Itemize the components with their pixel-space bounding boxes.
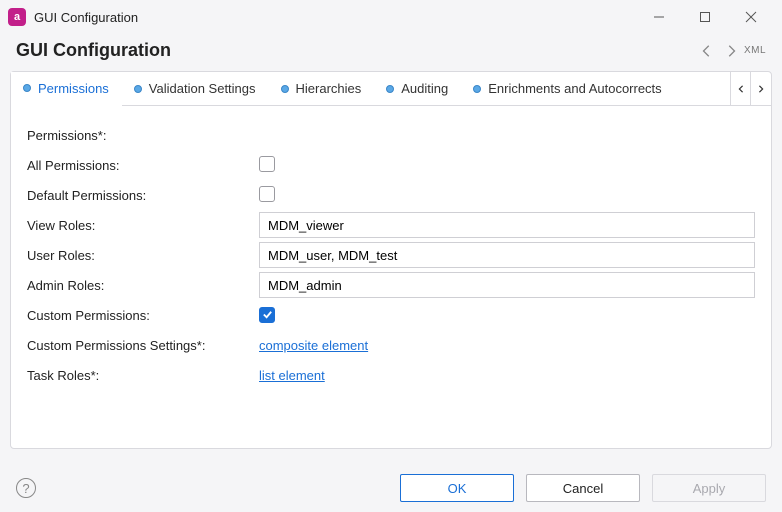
user-roles-label: User Roles: [27, 248, 259, 263]
view-roles-input[interactable] [259, 212, 755, 238]
tab-label: Hierarchies [296, 81, 362, 96]
cancel-button[interactable]: Cancel [526, 474, 640, 502]
tab-dot-icon [386, 85, 394, 93]
tab-dot-icon [281, 85, 289, 93]
nav-back-icon[interactable] [698, 42, 716, 60]
page-title: GUI Configuration [16, 40, 692, 61]
close-button[interactable] [728, 2, 774, 32]
custom-permissions-settings-link[interactable]: composite element [259, 338, 368, 353]
custom-permissions-label: Custom Permissions: [27, 308, 259, 323]
permissions-header-label: Permissions*: [27, 128, 259, 143]
ok-button-label: OK [448, 481, 467, 496]
task-roles-link[interactable]: list element [259, 368, 325, 383]
task-roles-label: Task Roles*: [27, 368, 259, 383]
maximize-button[interactable] [682, 2, 728, 32]
tab-permissions[interactable]: Permissions [11, 72, 122, 106]
window-controls [636, 2, 774, 32]
help-button[interactable]: ? [16, 478, 36, 498]
tab-label: Permissions [38, 81, 109, 96]
header: GUI Configuration XML [0, 34, 782, 71]
apply-button: Apply [652, 474, 766, 502]
tab-dot-icon [134, 85, 142, 93]
tab-auditing[interactable]: Auditing [374, 72, 461, 105]
tab-enrichments[interactable]: Enrichments and Autocorrects [461, 72, 674, 105]
tab-dot-icon [23, 84, 31, 92]
user-roles-input[interactable] [259, 242, 755, 268]
custom-permissions-settings-label: Custom Permissions Settings*: [27, 338, 259, 353]
window-title: GUI Configuration [34, 10, 138, 25]
tab-hierarchies[interactable]: Hierarchies [269, 72, 375, 105]
all-permissions-checkbox[interactable] [259, 156, 275, 172]
tab-scroll-left[interactable] [731, 72, 751, 105]
minimize-button[interactable] [636, 2, 682, 32]
cancel-button-label: Cancel [563, 481, 603, 496]
admin-roles-input[interactable] [259, 272, 755, 298]
footer: ? OK Cancel Apply [0, 464, 782, 512]
tab-validation-settings[interactable]: Validation Settings [122, 72, 269, 105]
app-icon: a [8, 8, 26, 26]
titlebar: a GUI Configuration [0, 0, 782, 34]
xml-view-button[interactable]: XML [744, 45, 766, 56]
tab-scroll-nav [730, 72, 771, 105]
tab-label: Enrichments and Autocorrects [488, 81, 661, 96]
default-permissions-checkbox[interactable] [259, 186, 275, 202]
ok-button[interactable]: OK [400, 474, 514, 502]
view-roles-label: View Roles: [27, 218, 259, 233]
default-permissions-label: Default Permissions: [27, 188, 259, 203]
main-panel: Permissions Validation Settings Hierarch… [10, 71, 772, 449]
tab-scroll-right[interactable] [751, 72, 771, 105]
admin-roles-label: Admin Roles: [27, 278, 259, 293]
tab-label: Auditing [401, 81, 448, 96]
permissions-form: Permissions*: All Permissions: Default P… [11, 106, 771, 448]
custom-permissions-checkbox[interactable] [259, 307, 275, 323]
nav-forward-icon[interactable] [722, 42, 740, 60]
tab-dot-icon [473, 85, 481, 93]
apply-button-label: Apply [693, 481, 726, 496]
all-permissions-label: All Permissions: [27, 158, 259, 173]
tab-label: Validation Settings [149, 81, 256, 96]
tab-bar: Permissions Validation Settings Hierarch… [11, 72, 771, 106]
